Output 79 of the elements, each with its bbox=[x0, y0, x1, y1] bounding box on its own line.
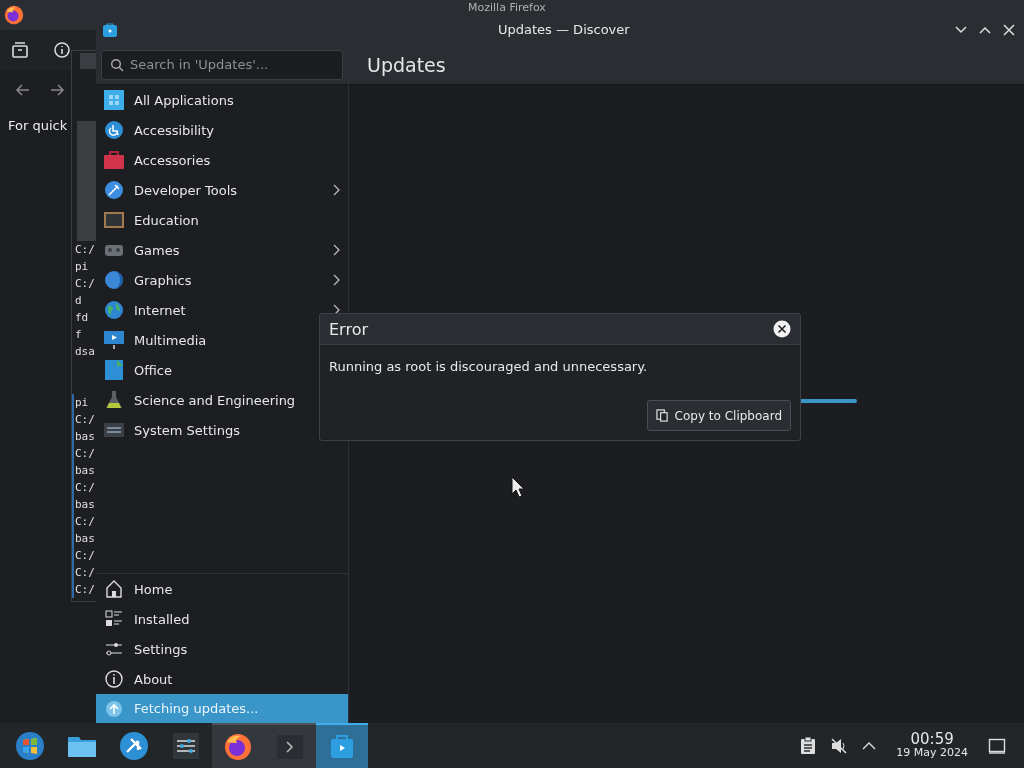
page-text: For quick bbox=[8, 118, 68, 133]
copy-button[interactable]: Copy to Clipboard bbox=[646, 400, 791, 431]
clock[interactable]: 00:59 19 May 2024 bbox=[896, 731, 968, 760]
terminal-line: pi bbox=[75, 395, 90, 411]
shopping-bag-icon bbox=[102, 22, 118, 38]
graphics-category-icon bbox=[104, 270, 124, 290]
error-message: Running as root is discouraged and unnecessary. bbox=[328, 358, 649, 374]
caret-up-icon[interactable] bbox=[862, 740, 877, 751]
flask-category-icon bbox=[104, 390, 124, 410]
media-category-icon bbox=[104, 330, 124, 350]
nav-item[interactable]: Settings bbox=[96, 634, 348, 664]
dialog-title: Error bbox=[329, 319, 368, 339]
category-item[interactable]: Office bbox=[96, 355, 180, 385]
office-category-icon bbox=[104, 360, 124, 380]
search-icon bbox=[110, 57, 124, 72]
developer-category-icon bbox=[104, 180, 124, 200]
nav-item[interactable]: Home bbox=[96, 574, 348, 604]
terminal-line: f bbox=[75, 327, 83, 343]
category-item[interactable]: Games bbox=[96, 235, 348, 265]
nav-item[interactable]: Installed bbox=[96, 604, 348, 634]
terminal-line: C:/ bbox=[75, 565, 95, 581]
copy-icon bbox=[655, 409, 669, 422]
category-item[interactable]: Accessibility bbox=[96, 115, 222, 145]
nav-item[interactable]: About bbox=[96, 664, 348, 694]
terminal-line: C:/ bbox=[75, 446, 95, 462]
app-icon bbox=[118, 729, 150, 762]
category-item[interactable]: Education bbox=[96, 205, 207, 235]
info-icon[interactable] bbox=[53, 41, 71, 59]
terminal-line: C:/ bbox=[75, 480, 95, 496]
close-icon[interactable] bbox=[1002, 23, 1016, 37]
chevron-right-icon bbox=[332, 184, 340, 196]
clock-time: 00:59 bbox=[910, 731, 954, 746]
terminal-line: C:/ bbox=[75, 548, 95, 564]
tab-list-icon[interactable] bbox=[11, 41, 29, 59]
terminal-line: bas bbox=[75, 463, 95, 479]
category-item[interactable]: System Settings bbox=[96, 415, 248, 445]
clipboard-icon[interactable] bbox=[800, 736, 817, 755]
start-orb-icon bbox=[14, 729, 46, 762]
category-item[interactable]: Multimedia bbox=[96, 325, 215, 355]
mouse-cursor-icon bbox=[511, 476, 525, 498]
terminal-line: d bbox=[75, 293, 83, 309]
info-icon bbox=[104, 669, 124, 689]
grid-category-icon bbox=[104, 90, 124, 110]
installed-icon bbox=[104, 609, 124, 629]
category-item[interactable]: Graphics bbox=[96, 265, 348, 295]
toolbox-category-icon bbox=[104, 150, 124, 170]
show-desktop-icon[interactable] bbox=[988, 736, 1006, 755]
chevron-right-icon bbox=[332, 244, 340, 256]
home-icon bbox=[104, 579, 124, 599]
category-item[interactable]: All Applications bbox=[96, 85, 242, 115]
terminal-line: bas bbox=[75, 497, 95, 513]
close-icon[interactable] bbox=[773, 320, 791, 338]
chevron-right-icon bbox=[332, 274, 340, 286]
terminal-line: C:/ bbox=[75, 276, 95, 292]
muted-speaker-icon[interactable] bbox=[830, 736, 849, 755]
clock-date: 19 May 2024 bbox=[896, 745, 968, 760]
accessibility-category-icon bbox=[104, 120, 124, 140]
taskbar-button[interactable] bbox=[212, 723, 264, 768]
window-title: Updates — Discover bbox=[498, 22, 630, 37]
terminal-line: C:/ bbox=[75, 514, 95, 530]
category-item[interactable]: Science and Engineering bbox=[96, 385, 304, 415]
terminal-line: dsa bbox=[75, 344, 95, 360]
firefox-icon[interactable] bbox=[3, 4, 25, 26]
terminal-line: C:/ bbox=[75, 242, 95, 258]
terminal-line: C:/ bbox=[75, 412, 95, 428]
category-item[interactable]: Accessories bbox=[96, 145, 219, 175]
window-title: Mozilla Firefox bbox=[468, 1, 546, 14]
globe-category-icon bbox=[104, 300, 124, 320]
terminal-line: pi bbox=[75, 259, 90, 275]
terminal-line: bas bbox=[75, 531, 95, 547]
page-title: Updates bbox=[367, 53, 446, 76]
terminal-line: bas bbox=[75, 429, 95, 445]
terminal-line: fd bbox=[75, 310, 90, 326]
category-item[interactable]: Developer Tools bbox=[96, 175, 348, 205]
status-text: Fetching updates... bbox=[134, 701, 259, 716]
board-category-icon bbox=[104, 210, 124, 230]
search-field[interactable]: Search in 'Updates'... bbox=[101, 49, 343, 80]
system-category-icon bbox=[104, 420, 124, 440]
terminal-line: C:/ bbox=[75, 582, 95, 598]
